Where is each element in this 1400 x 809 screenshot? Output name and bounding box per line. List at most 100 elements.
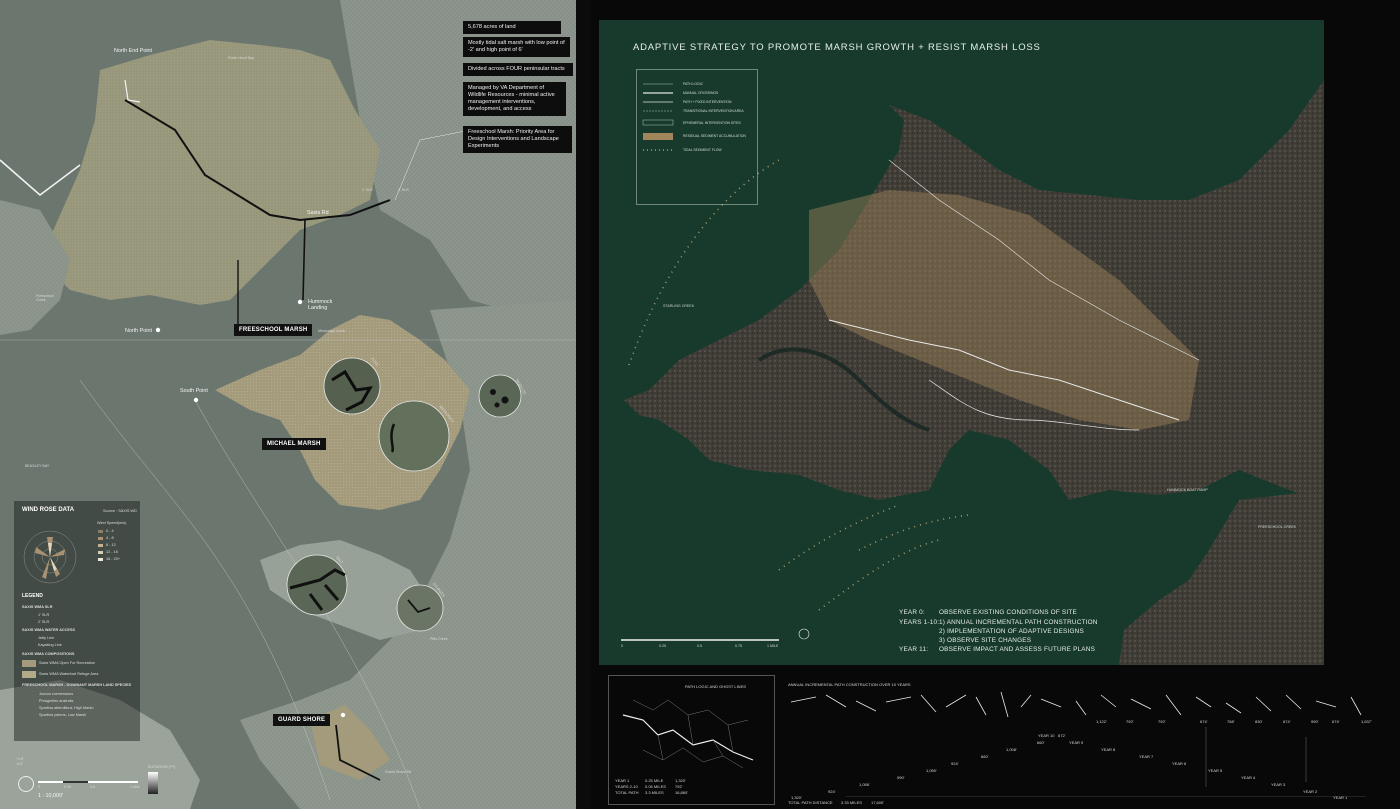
wind-speed-4: 16 - 20+ — [106, 557, 121, 561]
years1-10-key: YEARS 1-10: — [899, 619, 940, 626]
year-label-1: YEAR 1 — [1333, 795, 1348, 800]
north-arrow-icon — [18, 776, 34, 792]
length-11: 792' — [1126, 719, 1134, 724]
year11-val: OBSERVE IMPACT AND ASSESS FUTURE PLANS — [939, 646, 1096, 653]
stat-years: YEARS 2-10 — [615, 784, 638, 789]
year-label-10: YEAR 10 — [1038, 733, 1055, 738]
saxis-rd-label: Saxis Rd — [307, 210, 329, 216]
jetty-line: Jetty Line — [38, 636, 55, 640]
stat-f2: 792' — [675, 784, 683, 789]
year-label-7: YEAR 7 — [1139, 754, 1154, 759]
elevation-callout: Mostly tidal salt marsh with low point o… — [463, 37, 570, 57]
wind-rose-chart — [23, 530, 77, 584]
year-label-8: YEAR 8 — [1101, 747, 1116, 752]
stat-v3: 3.3 MILES — [645, 790, 664, 795]
path-logic-diagram — [622, 699, 754, 769]
legend-transitional: TRANSITIONAL INTERVENTION AREA — [683, 109, 744, 113]
wind-rose-title: WIND ROSE DATA — [22, 507, 75, 513]
elevation-gradient — [148, 772, 158, 794]
north-end-point-label: North End Point — [114, 48, 153, 54]
legend-panel: WIND ROSE DATA Source : SAXIS WD Wind Sp… — [14, 501, 140, 741]
stat-year1: YEAR 1 — [615, 778, 630, 783]
slr-2: 2' SLR — [38, 620, 50, 624]
map-scale-1: 0.25 — [659, 644, 666, 648]
wind-speed-0: 0 - 4 — [106, 529, 114, 533]
scale-tick-3: 1 Mile — [130, 785, 140, 789]
strategy-title: ADAPTIVE STRATEGY TO PROMOTE MARSH GROWT… — [633, 42, 1041, 53]
total-distance-miles: 3.33 MILES — [841, 800, 862, 805]
elevation-title: ELEVATION (FT) — [148, 765, 176, 769]
strategy-panel: ADAPTIVE STRATEGY TO PROMOTE MARSH GROWT… — [591, 0, 1400, 809]
length-4: 1,050' — [926, 768, 937, 773]
wind-speed-1: 4 - 8 — [106, 536, 114, 540]
wind-swatch-2 — [98, 544, 103, 547]
legend-residual: RESIDUAL SEDIMENT ACCUMULATION — [683, 134, 746, 138]
management-callout: Managed by VA Department of Wildlife Res… — [463, 82, 566, 116]
year-label-5: YEAR 5 — [1208, 768, 1223, 773]
tracts-callout: Divided across FOUR peninsular tracts — [463, 63, 573, 76]
species-title: FREESCHOOL MARSH - DOMINANT MARSH LAND S… — [22, 683, 132, 687]
year-label-4: YEAR 4 — [1241, 775, 1256, 780]
path-logic-box: PATH LOGIC AND GHOST LINES YEAR 1 YEARS … — [608, 675, 775, 805]
scale-tick-0: 0 — [38, 785, 40, 789]
site-map-panel: 5,678 acres of land Mostly tidal salt ma… — [0, 0, 576, 809]
stat-f1: 1,320' — [675, 778, 686, 783]
pitts-creek-label: Pitts Creek — [430, 637, 448, 641]
legend-title: LEGEND — [22, 593, 43, 599]
guard-shore-tag: GUARD SHORE — [273, 714, 331, 726]
open-recreation-swatch — [22, 660, 36, 667]
map-scale-0: 0 — [621, 644, 623, 648]
stat-total: TOTAL PATH — [615, 790, 639, 795]
length-5: 924' — [951, 761, 959, 766]
elev-hi: +1.5' — [16, 757, 24, 761]
strategy-map-card: ADAPTIVE STRATEGY TO PROMOTE MARSH GROWT… — [599, 20, 1324, 665]
wind-swatch-0 — [98, 530, 103, 533]
open-recreation-label: Saxis WMA Open For Recreation — [39, 661, 95, 665]
scale-tick-2: 0.5 — [90, 785, 95, 789]
slr-3-label: 3' SLR — [398, 188, 409, 192]
robin-hood-bay-label: Robin Hood Bay — [228, 56, 255, 60]
length-10: 1,122' — [1096, 719, 1107, 724]
acres-callout: 5,678 acres of land — [463, 21, 561, 34]
year11-key: YEAR 11: — [899, 646, 929, 653]
guard-shore-rd-label: Guard Shore Rd — [385, 770, 412, 774]
starling-creek-label: STARLING CREEK — [663, 304, 695, 308]
years1-10-val: 1) ANNUAL INCREMENTAL PATH CONSTRUCTION — [939, 619, 1098, 626]
slr-1: 1' SLR — [38, 613, 50, 617]
length-16: 674' — [1283, 719, 1291, 724]
length-18: 674' — [1332, 719, 1340, 724]
species-1: Phragmites australis — [39, 699, 74, 703]
year0-val: OBSERVE EXISTING CONDITIONS OF SITE — [939, 609, 1077, 616]
wind-swatch-3 — [98, 551, 103, 554]
path-timeline: PATH LOGIC AND GHOST LINES YEAR 1 YEARS … — [591, 667, 1400, 809]
length-7: 1,008' — [1006, 747, 1017, 752]
refuge-swatch — [22, 671, 36, 678]
kayaking-line: Kayaking Line — [38, 643, 62, 647]
length-15: 830' — [1255, 719, 1263, 724]
length-14: 768' — [1227, 719, 1235, 724]
wind-speed-title: Wind Speed(m/s) — [97, 521, 127, 525]
length-8: 660' — [1037, 740, 1045, 745]
legend-tidal-flow: TIDAL SEDIMENT FLOW — [683, 148, 722, 152]
south-point-label: South Point — [180, 388, 208, 394]
beasley-bay-label: BEASLEY BAY — [25, 464, 50, 468]
length-1: 1,056' — [859, 782, 870, 787]
hummock-landing-label: Hummock Landing — [308, 299, 333, 311]
map-scale-2: 0.5 — [697, 644, 702, 648]
slr-2-label: 2' SLR — [362, 188, 373, 192]
slr-title: SAXIS WMA SLR — [22, 605, 53, 609]
wind-swatch-4 — [98, 558, 103, 561]
stat-v1: 0.25 MILE — [645, 778, 664, 783]
water-access-title: SAXIS WMA WATER ACCESS — [22, 628, 76, 632]
wind-swatch-1 — [98, 537, 103, 540]
year-label-9: YEAR 9 — [1069, 740, 1084, 745]
freeschool-creek-right-label: FREESCHOOL CREEK — [1258, 525, 1297, 529]
legend-path-logic: PATH LOGIC — [683, 82, 704, 86]
freeschool-marsh-tag: FREESCHOOL MARSH — [234, 324, 313, 336]
length-12: 792' — [1158, 719, 1166, 724]
elev-lo: -4.5' — [16, 762, 23, 766]
map-scale-3: 0.75 — [735, 644, 742, 648]
legend-manual-crossings: MANUAL CROSSINGS — [683, 91, 719, 95]
refuge-label: Saxis WMA Waterfowl Refuge Area — [39, 672, 99, 676]
species-2: Spartina alterniflora, High Marsh — [39, 706, 94, 710]
